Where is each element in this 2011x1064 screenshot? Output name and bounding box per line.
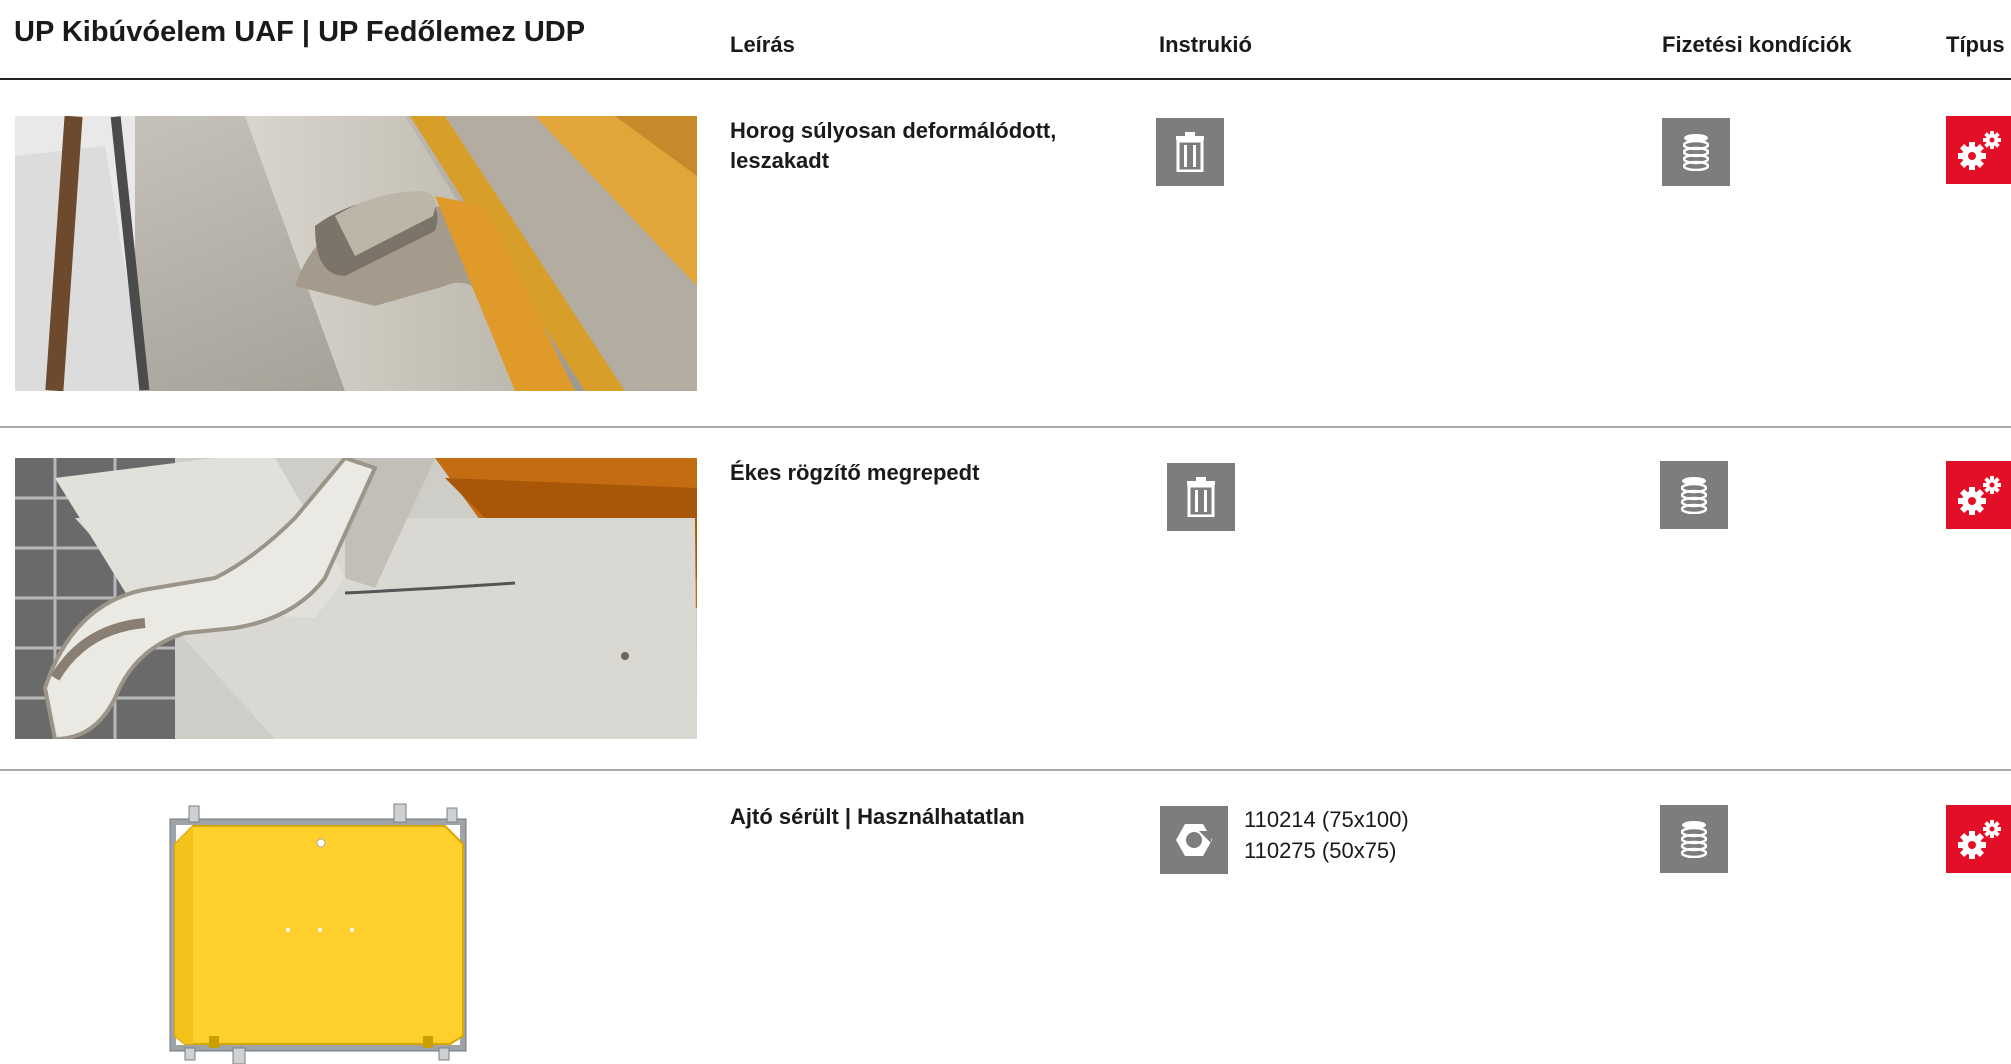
page-title: UP Kibúvóelem UAF | UP Fedőlemez UDP [14, 16, 586, 48]
instruction-part-button[interactable] [1160, 806, 1228, 874]
instruction-trash-button[interactable] [1167, 463, 1235, 531]
type-button[interactable] [1946, 805, 2011, 873]
wedge-cracked-image [15, 458, 697, 739]
column-header-payment: Fizetési kondíciók [1662, 32, 1852, 57]
hook-deformed-image [15, 116, 697, 391]
gears-icon [1958, 476, 2001, 515]
part-code: 110275 (50x75) [1244, 838, 1397, 863]
row-description: Ajtó sérült | Használhatatlan [730, 804, 1025, 829]
payment-button[interactable] [1662, 118, 1730, 186]
part-codes: 110214 (75x100) 110275 (50x75) [1244, 804, 1409, 866]
page: UP Kibúvóelem UAF | UP Fedőlemez UDP Leí… [0, 0, 2011, 1064]
hex-nut-icon [1176, 824, 1212, 856]
row-description: Ékes rögzítő megrepedt [730, 460, 980, 485]
coin-stack-icon [1681, 477, 1707, 514]
wedge-cracked-photo [15, 458, 697, 739]
door-panel-image [169, 803, 467, 1064]
type-button[interactable] [1946, 116, 2011, 184]
type-button[interactable] [1946, 461, 2011, 529]
row-divider [0, 426, 2011, 428]
column-header-instruction: Instrukió [1159, 32, 1252, 57]
door-panel-drawing [165, 800, 475, 1064]
payment-button[interactable] [1660, 461, 1728, 529]
trash-icon [1187, 477, 1215, 517]
part-code: 110214 (75x100) [1244, 807, 1409, 832]
trash-icon [1176, 132, 1204, 172]
table-header: UP Kibúvóelem UAF | UP Fedőlemez UDP Leí… [0, 8, 2011, 80]
row-description: Horog súlyosan deformálódott, leszakadt [730, 118, 1057, 173]
row-divider [0, 769, 2011, 771]
coin-stack-icon [1683, 134, 1709, 171]
coin-stack-icon [1681, 821, 1707, 858]
payment-button[interactable] [1660, 805, 1728, 873]
hook-deformed-photo [15, 116, 697, 391]
gears-icon [1958, 131, 2001, 170]
column-header-type: Típus [1946, 32, 2005, 57]
gears-icon [1958, 820, 2001, 859]
column-header-description: Leírás [730, 32, 795, 57]
instruction-trash-button[interactable] [1156, 118, 1224, 186]
